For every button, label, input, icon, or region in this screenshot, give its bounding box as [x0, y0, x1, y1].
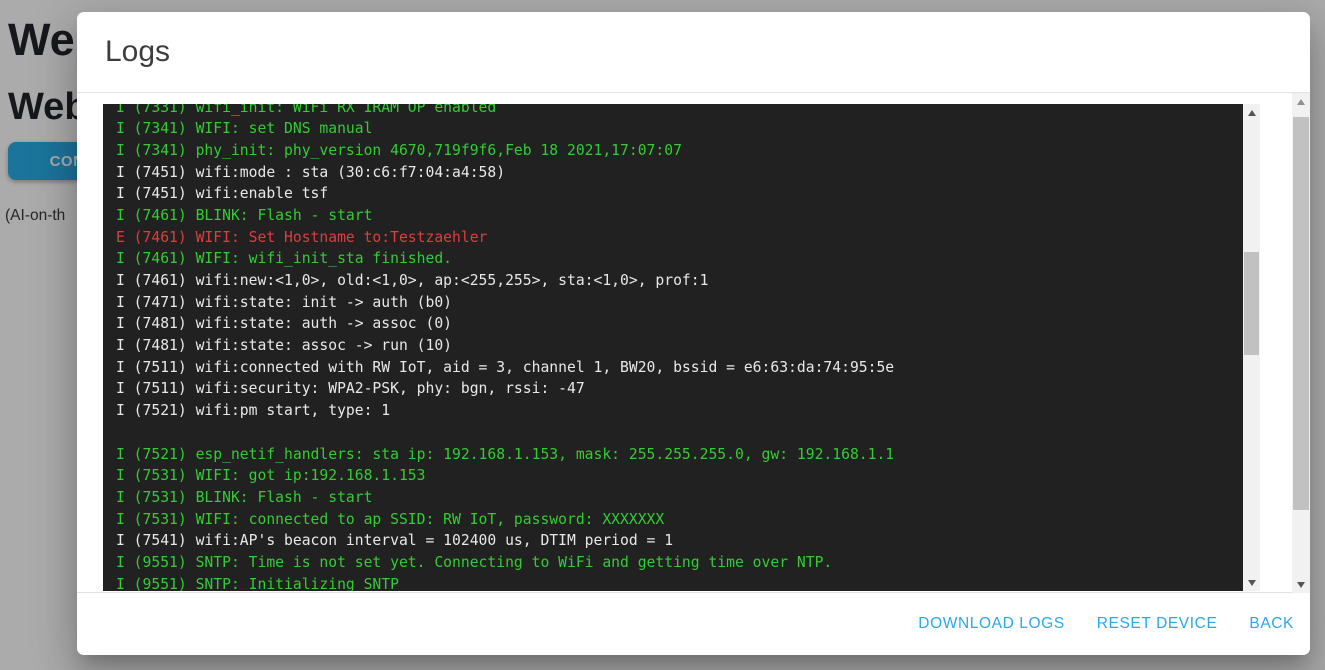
log-line: I (9551) SNTP: Time is not set yet. Conn…: [116, 552, 1242, 574]
log-line: I (7531) BLINK: Flash - start: [116, 487, 1242, 509]
dialog-header: Logs: [77, 12, 1310, 93]
log-line: I (7471) wifi:state: init -> auth (b0): [116, 292, 1242, 314]
logs-dialog: Logs I (7331) wifi_init: WiFi RX IRAM OP…: [77, 12, 1310, 655]
download-logs-button[interactable]: DOWNLOAD LOGS: [918, 615, 1064, 633]
log-line: I (7541) wifi:AP's beacon interval = 102…: [116, 530, 1242, 552]
console-scroll-up-button[interactable]: [1243, 104, 1260, 121]
log-line: I (7511) wifi:security: WPA2-PSK, phy: b…: [116, 378, 1242, 400]
console-scroll-down-button[interactable]: [1243, 574, 1260, 591]
log-line: I (7461) WIFI: wifi_init_sta finished.: [116, 248, 1242, 270]
dialog-scrollbar[interactable]: [1292, 93, 1310, 593]
log-line: I (7451) wifi:enable tsf: [116, 183, 1242, 205]
log-line: I (7331) wifi_init: WiFi RX IRAM OP enab…: [116, 104, 1242, 118]
console-scrollbar-thumb[interactable]: [1244, 252, 1259, 355]
reset-device-button[interactable]: RESET DEVICE: [1097, 615, 1218, 633]
log-line: I (7451) wifi:mode : sta (30:c6:f7:04:a4…: [116, 162, 1242, 184]
console-scrollbar[interactable]: [1243, 104, 1260, 591]
dialog-scroll-up-button[interactable]: [1292, 93, 1310, 110]
dialog-title: Logs: [105, 35, 170, 69]
log-console[interactable]: I (7331) wifi_init: WiFi RX IRAM OP enab…: [103, 104, 1260, 591]
log-line: I (7531) WIFI: got ip:192.168.1.153: [116, 465, 1242, 487]
log-line: [116, 422, 1242, 444]
chevron-down-icon: [1297, 582, 1305, 588]
dialog-footer: DOWNLOAD LOGS RESET DEVICE BACK: [77, 593, 1310, 654]
log-line: I (7461) wifi:new:<1,0>, old:<1,0>, ap:<…: [116, 270, 1242, 292]
log-line: I (7341) WIFI: set DNS manual: [116, 118, 1242, 140]
chevron-up-icon: [1297, 99, 1305, 105]
dialog-scrollbar-thumb[interactable]: [1293, 117, 1309, 510]
dialog-scroll-down-button[interactable]: [1292, 576, 1310, 593]
log-line: I (7511) wifi:connected with RW IoT, aid…: [116, 357, 1242, 379]
log-line: I (7521) esp_netif_handlers: sta ip: 192…: [116, 444, 1242, 466]
log-line: I (7341) phy_init: phy_version 4670,719f…: [116, 140, 1242, 162]
chevron-down-icon: [1248, 580, 1256, 586]
log-line: I (7461) BLINK: Flash - start: [116, 205, 1242, 227]
chevron-up-icon: [1248, 110, 1256, 116]
log-line: I (7531) WIFI: connected to ap SSID: RW …: [116, 509, 1242, 531]
log-line: I (7521) wifi:pm start, type: 1: [116, 400, 1242, 422]
log-line: I (7481) wifi:state: assoc -> run (10): [116, 335, 1242, 357]
dialog-content: I (7331) wifi_init: WiFi RX IRAM OP enab…: [77, 93, 1310, 593]
log-lines: I (7331) wifi_init: WiFi RX IRAM OP enab…: [116, 104, 1242, 591]
log-line: I (9551) SNTP: Initializing SNTP: [116, 574, 1242, 591]
log-line: I (7481) wifi:state: auth -> assoc (0): [116, 313, 1242, 335]
log-line: E (7461) WIFI: Set Hostname to:Testzaehl…: [116, 227, 1242, 249]
back-button[interactable]: BACK: [1249, 615, 1294, 633]
